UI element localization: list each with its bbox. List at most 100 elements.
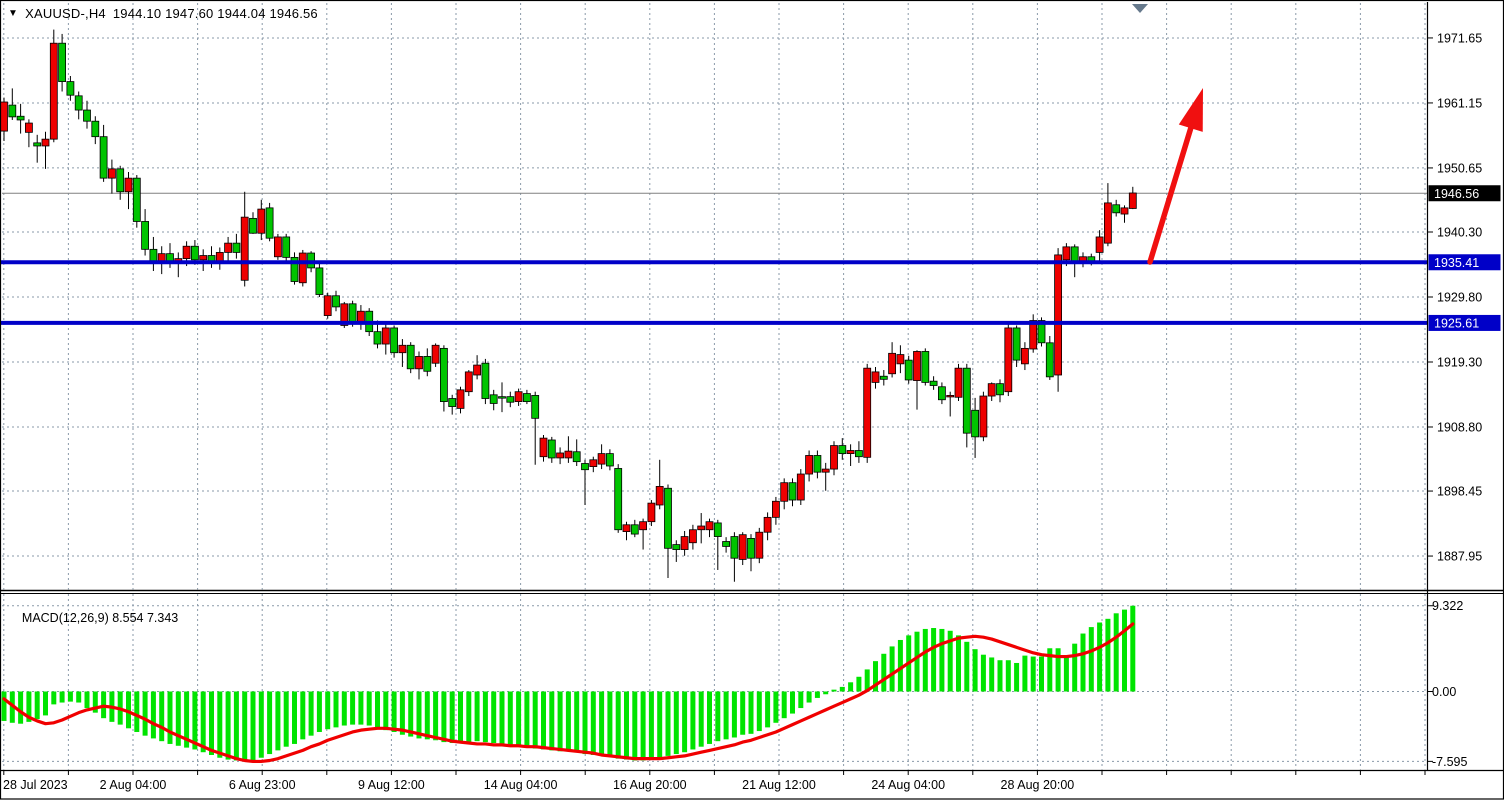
candle-body-down: [490, 395, 497, 404]
macd-bar: [234, 692, 239, 761]
macd-bar: [76, 692, 81, 703]
candle-body-down: [233, 243, 240, 252]
macd-bar: [566, 692, 571, 752]
price-badge-current: 1946.56: [1434, 187, 1479, 201]
trend-arrow[interactable]: [1150, 88, 1203, 262]
time-label: 28 Aug 20:00: [1001, 778, 1075, 792]
candle-body-down: [133, 178, 140, 221]
candle-body-up: [457, 390, 464, 409]
macd-bar: [641, 692, 646, 761]
candle-body-down: [631, 525, 638, 534]
macd-bar: [724, 692, 729, 740]
macd-bar: [201, 692, 206, 753]
candle-body-down: [283, 237, 290, 257]
macd-bar: [1014, 663, 1019, 692]
candle-body-up: [183, 246, 190, 258]
candle-body-down: [333, 296, 340, 307]
candle-body-up: [897, 355, 904, 364]
time-label: 24 Aug 04:00: [871, 778, 945, 792]
candle-body-down: [548, 440, 555, 458]
candle-body-up: [1, 102, 8, 131]
time-axis[interactable]: 28 Jul 20232 Aug 04:006 Aug 23:009 Aug 1…: [3, 771, 1425, 792]
macd-bar: [375, 692, 380, 728]
macd-bar: [815, 692, 820, 698]
candle-body-down: [1113, 205, 1120, 213]
macd-bar: [740, 692, 745, 735]
candle-body-up: [1121, 208, 1128, 214]
macd-bar: [151, 692, 156, 739]
macd-bar: [275, 692, 280, 751]
price-tick-label: 1919.30: [1437, 355, 1482, 369]
macd-bar: [267, 692, 272, 755]
candle-body-down: [316, 268, 323, 295]
candle-body-down: [374, 332, 381, 344]
macd-bar: [549, 692, 554, 751]
candle-body-up: [1021, 348, 1028, 363]
candle-body-up: [648, 503, 655, 522]
candle-body-up: [1096, 237, 1103, 252]
macd-bar: [964, 642, 969, 692]
candle-body-down: [606, 454, 613, 466]
macd-bar: [915, 632, 920, 692]
candle-body-up: [864, 368, 871, 457]
candles-layer: [1, 30, 1137, 582]
candle-body-up: [656, 486, 663, 505]
macd-bar: [782, 692, 787, 719]
macd-bar: [350, 692, 355, 725]
candle-body-down: [814, 455, 821, 472]
macd-bar: [159, 692, 164, 742]
candle-body-down: [424, 356, 431, 371]
candle-body-down: [1013, 328, 1020, 360]
candle-body-up: [889, 353, 896, 373]
chart-canvas[interactable]: 1971.651961.151950.651940.301929.801919.…: [0, 0, 1504, 801]
candle-body-up: [947, 395, 954, 397]
macd-tick-label: 0.00: [1432, 685, 1456, 699]
candle-body-down: [532, 395, 539, 418]
candle-body-up: [1055, 255, 1062, 375]
macd-bar: [134, 692, 139, 732]
chart-shift-marker-icon[interactable]: [1132, 4, 1148, 13]
candle-body-up: [872, 372, 879, 383]
macd-bar: [690, 692, 695, 750]
macd-bar: [466, 692, 471, 743]
macd-tick-label: 9.322: [1432, 599, 1463, 613]
price-badge-level-1925.61: 1925.61: [1434, 316, 1479, 330]
chart-title: ▼ XAUUSD-,H4 1944.10 1947.60 1944.04 194…: [8, 6, 318, 21]
macd-bar: [607, 692, 612, 757]
macd-bar: [832, 690, 837, 692]
macd-bar: [790, 692, 795, 714]
candle-body-up: [1104, 203, 1111, 243]
macd-label-text: MACD(12,26,9) 8.554 7.343: [22, 611, 178, 625]
macd-bar: [2, 692, 7, 721]
macd-bar: [334, 692, 339, 728]
candle-body-down: [75, 96, 82, 110]
candle-body-down: [84, 110, 91, 121]
candle-body-down: [523, 394, 530, 402]
macd-bar: [1130, 606, 1135, 692]
price-tick-label: 1940.30: [1437, 226, 1482, 240]
candle-body-up: [739, 535, 746, 560]
candle-body-down: [665, 488, 672, 548]
candle-body-down: [499, 397, 506, 399]
trend-arrow-head[interactable]: [1179, 88, 1203, 132]
candle-body-up: [432, 345, 439, 363]
time-label: 9 Aug 12:00: [358, 778, 425, 792]
candle-body-up: [125, 178, 132, 192]
macd-bar: [890, 646, 895, 691]
macd-bar: [60, 692, 65, 703]
candle-body-up: [831, 446, 838, 470]
macd-bar: [823, 692, 828, 695]
macd-bar: [657, 692, 662, 758]
trend-arrow-shaft[interactable]: [1150, 128, 1191, 262]
macd-axis[interactable]: 9.3220.00-7.595: [1428, 599, 1467, 769]
time-label: 21 Aug 12:00: [742, 778, 816, 792]
macd-bar: [773, 692, 778, 723]
price-axis[interactable]: 1971.651961.151950.651940.301929.801919.…: [1428, 31, 1501, 563]
candle-body-up: [324, 296, 331, 316]
macd-bar: [417, 692, 422, 739]
candle-body-up: [1129, 193, 1136, 208]
candle-body-up: [557, 453, 564, 458]
chart-collapse-icon[interactable]: ▼: [8, 9, 18, 19]
candle-body-up: [42, 139, 49, 146]
candle-body-up: [382, 328, 389, 344]
